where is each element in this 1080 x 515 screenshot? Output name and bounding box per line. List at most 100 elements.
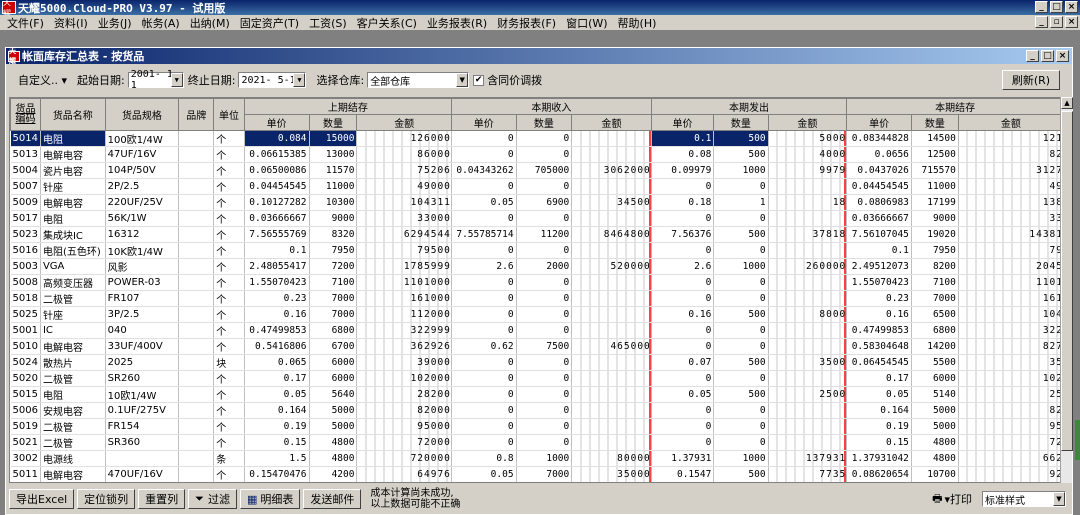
print-button[interactable]: 🖶 ▾ 打印: [932, 490, 972, 509]
export-excel-button[interactable]: 导出Excel: [9, 489, 75, 509]
chevron-down-icon[interactable]: ▼: [456, 73, 469, 87]
menu-item-6[interactable]: 工资(S): [304, 15, 352, 31]
table-row[interactable]: 5013 电解电容 47UF/16V 个 0.06615385 13000 86000 0 0 0…: [10, 146, 1064, 163]
warehouse-select[interactable]: 全部仓库 ▼: [367, 72, 470, 88]
col-header-price-1[interactable]: 单价: [450, 114, 517, 131]
table-row[interactable]: 5018 二极管 FR107 个 0.23 7000 161000 0 0 0 0 0.23 7000 1…: [10, 290, 1064, 307]
col-header-name[interactable]: 货品名称: [39, 98, 106, 131]
reset-columns-button[interactable]: 重置列: [138, 489, 186, 509]
col-header-qty-3[interactable]: 数量: [910, 114, 959, 131]
table-row[interactable]: 3002 电源线条 1.5 4800 720000 0.8 1000 80000 1.37931…: [10, 450, 1064, 467]
report-minimize-button[interactable]: _: [1026, 50, 1039, 62]
table-row[interactable]: 5019 二极管 FR154 个 0.19 5000 95000 0 0 0 0 0.19 5000 95: [10, 418, 1064, 435]
table-row[interactable]: 5021 二极管 SR360 个 0.15 4800 72000 0 0 0 0 0.15 4800 72: [10, 434, 1064, 451]
table-row[interactable]: 5014 电阻 100欧1/4W 个 0.084 15000 126000 0 0 0.1 500 5…: [10, 130, 1064, 147]
refresh-button[interactable]: 刷新(R): [1002, 70, 1060, 90]
inventory-grid[interactable]: 货品 编码 货品名称 货品规格 品牌 单位 上期结存 本期收入 本期发出 本期结…: [9, 97, 1065, 483]
table-cell: 112000: [356, 306, 452, 323]
scroll-up-icon[interactable]: ▲: [1061, 97, 1073, 109]
table-cell: 220UF/25V: [105, 194, 180, 211]
table-icon: ▦: [246, 492, 258, 506]
table-row[interactable]: 5004 瓷片电容 104P/50V 个 0.06500086 11570 75206 0.0…: [10, 162, 1064, 179]
report-close-button[interactable]: ×: [1056, 50, 1069, 62]
col-header-qty-1[interactable]: 数量: [515, 114, 573, 131]
col-header-qty-2[interactable]: 数量: [713, 114, 769, 131]
table-row[interactable]: 5016 电阻(五色环) 10K欧1/4W 个 0.1 7950 79500 0 0 0 0 0.1 7…: [10, 242, 1064, 259]
chevron-down-icon[interactable]: ▼: [170, 73, 183, 87]
table-row[interactable]: 5017 电阻 56K/1W 个 0.03666667 9000 33000 0 0 0 0 0.03…: [10, 210, 1064, 227]
col-header-spec[interactable]: 货品规格: [104, 98, 180, 131]
table-cell: 5025: [10, 306, 41, 323]
menu-item-11[interactable]: 帮助(H): [613, 15, 662, 31]
table-cell: [768, 178, 848, 195]
detail-button[interactable]: ▦ 明细表: [239, 489, 301, 509]
mdi-minimize-button[interactable]: _: [1035, 16, 1048, 28]
table-row[interactable]: 5010 电解电容 33UF/400V 个 0.5416806 6700 362926 0.6…: [10, 338, 1064, 355]
col-header-brand[interactable]: 品牌: [178, 98, 215, 131]
menu-item-0[interactable]: 文件(F): [2, 15, 49, 31]
send-email-button[interactable]: 发送邮件: [303, 489, 362, 509]
table-row[interactable]: 5003 VGA 风影个 2.48055417 7200 1785999 2.6 2000 52…: [10, 258, 1064, 275]
col-header-qty-0[interactable]: 数量: [308, 114, 358, 131]
table-cell: 0.58304648: [846, 338, 912, 355]
table-cell: 104: [958, 306, 1064, 323]
maximize-button[interactable]: □: [1050, 1, 1063, 13]
col-header-price-2[interactable]: 单价: [650, 114, 715, 131]
menu-item-4[interactable]: 出纳(M): [185, 15, 235, 31]
table-row[interactable]: 5011 电解电容 470UF/16V 个 0.15470476 4200 64976 0.0…: [10, 466, 1064, 482]
table-cell: 5004: [10, 162, 41, 179]
col-header-amount-0[interactable]: 金额: [356, 114, 452, 131]
minimize-button[interactable]: _: [1035, 1, 1048, 13]
menu-item-1[interactable]: 资料(I): [49, 15, 93, 31]
table-cell: 7000: [911, 290, 959, 307]
table-cell: 5011: [10, 466, 41, 482]
table-cell: [178, 274, 215, 291]
close-button[interactable]: ×: [1065, 1, 1078, 13]
table-row[interactable]: 5006 安规电容 0.1UF/275V 个 0.164 5000 82000 0 0 0 0 0.1…: [10, 402, 1064, 419]
col-header-amount-1[interactable]: 金额: [571, 114, 652, 131]
menu-item-8[interactable]: 业务报表(R): [422, 15, 492, 31]
col-header-price-3[interactable]: 单价: [846, 114, 912, 131]
table-row[interactable]: 5007 针座 2P/2.5 个 0.04454545 11000 49000 0 0 0 0 0.0…: [10, 178, 1064, 195]
table-cell: 个: [213, 322, 245, 339]
scroll-thumb[interactable]: [1061, 111, 1073, 451]
table-cell: 5000: [768, 130, 848, 147]
col-header-unit[interactable]: 单位: [213, 98, 245, 131]
chevron-down-icon[interactable]: ▼: [1053, 492, 1065, 506]
table-cell: 散热片: [40, 354, 106, 371]
custom-dropdown[interactable]: 自定义.. ▾: [18, 72, 67, 88]
menu-item-7[interactable]: 客户关系(C): [352, 15, 422, 31]
print-style-select[interactable]: 标准样式 ▼: [982, 491, 1066, 507]
vertical-scrollbar[interactable]: ▲: [1060, 97, 1073, 483]
table-row[interactable]: 5015 电阻 10欧1/4W 个 0.05 5640 28200 0 0 0.05 500 2500…: [10, 386, 1064, 403]
col-header-price-0[interactable]: 单价: [243, 114, 310, 131]
table-cell: 161: [958, 290, 1064, 307]
menu-item-3[interactable]: 帐务(A): [137, 15, 185, 31]
col-header-code[interactable]: 货品 编码: [10, 98, 41, 131]
report-maximize-button[interactable]: □: [1041, 50, 1054, 62]
chevron-down-icon[interactable]: ▼: [293, 73, 306, 87]
col-header-amount-3[interactable]: 金额: [957, 114, 1064, 131]
table-row[interactable]: 5009 电解电容 220UF/25V 个 0.10127282 10300 104311 0…: [10, 194, 1064, 211]
table-row[interactable]: 5001 IC 040 个 0.47499853 6800 322999 0 0 0 0 0.4749…: [10, 322, 1064, 339]
start-date-picker[interactable]: 2001- 1- 1 ▼: [127, 69, 184, 91]
same-price-transfer-checkbox[interactable]: ✔: [473, 74, 485, 86]
menu-item-9[interactable]: 财务报表(F): [492, 15, 561, 31]
table-row[interactable]: 5024 散热片 2025 块 0.065 6000 39000 0 0 0.07 500 3500 0…: [10, 354, 1064, 371]
table-cell: 2.6: [651, 258, 715, 275]
menu-item-10[interactable]: 窗口(W): [561, 15, 612, 31]
menu-item-2[interactable]: 业务(J): [93, 15, 137, 31]
table-row[interactable]: 3001AV线1M条0.5640002240000.561000560000.5…: [11, 483, 1064, 484]
filter-button[interactable]: ⏷ 过滤: [188, 489, 237, 509]
lock-columns-button[interactable]: 定位锁列: [77, 489, 136, 509]
mdi-restore-button[interactable]: ▫: [1050, 16, 1063, 28]
table-row[interactable]: 5008 高频变压器 POWER-03 个 1.55070423 7100 1101000 0…: [10, 274, 1064, 291]
table-row[interactable]: 5020 二极管 SR260 个 0.17 6000 102000 0 0 0 0 0.17 6000 1…: [10, 370, 1064, 387]
table-cell: 465000: [571, 338, 652, 355]
table-row[interactable]: 5023 集成块IC 16312 个 7.56555769 8320 6294544 7.55…: [10, 226, 1064, 243]
menu-item-5[interactable]: 固定资产(T): [235, 15, 304, 31]
end-date-picker[interactable]: 2021- 5-12 ▼: [238, 72, 307, 88]
mdi-close-button[interactable]: ×: [1065, 16, 1078, 28]
col-header-amount-2[interactable]: 金额: [767, 114, 848, 131]
table-row[interactable]: 5025 针座 3P/2.5 个 0.16 7000 112000 0 0 0.16 500 8000…: [10, 306, 1064, 323]
